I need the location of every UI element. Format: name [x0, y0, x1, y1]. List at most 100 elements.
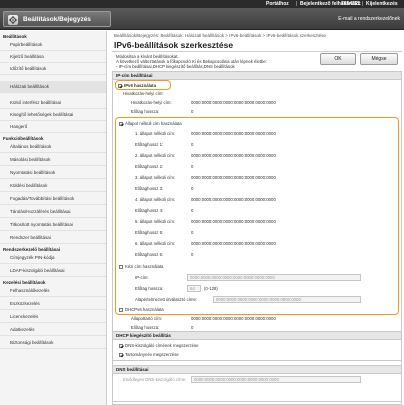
- sidebar-item-send[interactable]: Küldési beállítások: [0, 180, 106, 192]
- sidebar-item-label: Tárolás/Hozzáférés beállításai: [10, 209, 71, 214]
- email-admin-link[interactable]: E-mail a rendszerkezelőnek: [338, 16, 400, 22]
- manual-ip-input[interactable]: 0000:0000:0000:0000:0000:0000:0000:0000: [187, 274, 361, 281]
- stateless-row-label: Előtaghossz 3:: [135, 186, 164, 191]
- restart-notice-items: - IP-cím beállításai,DHCP kiegészítő beá…: [116, 64, 235, 69]
- sidebar-item-label: Biztonsági beállítások: [10, 340, 54, 345]
- panel-title: IP-cím beállításai: [116, 73, 153, 78]
- use-ipv6-label: IPv6 használata: [124, 83, 157, 88]
- dhcp-option-panel: DHCP kiegészítő beállítás DNS-kiszolgáló…: [112, 331, 402, 361]
- breadcrumb: Beállítások/Bejegyzés: Beállítások: Háló…: [114, 33, 326, 38]
- sidebar-item-paper-settings[interactable]: Papírbeállítások: [0, 39, 106, 51]
- stateless-row-label: Előtaghossz 6:: [135, 252, 164, 257]
- sidebar-item-security[interactable]: Biztonsági beállítások: [0, 337, 106, 349]
- stateless-row-value: 0000:0000:0000:0000:0000:0000:0000:0000: [191, 219, 276, 224]
- sidebar-item-external-interface[interactable]: Külső interfész beállításai: [0, 97, 106, 109]
- manual-address-checkbox[interactable]: [119, 265, 123, 269]
- dhcp-prefix-label: Előtag hossza:: [131, 325, 160, 330]
- sidebar-item-label: Másolási beállítások: [10, 157, 51, 162]
- sidebar-item-accessibility[interactable]: Kisegítő lehetőségek beállításai: [0, 109, 106, 121]
- dhcpv6-label: DHCPv6 használata: [125, 307, 164, 312]
- link-local-label: Hivatkozás-helyi cím:: [131, 100, 172, 105]
- sidebar-item-label: Címjegyzék PIN-kódja: [10, 255, 55, 260]
- dns-address-checkbox[interactable]: [119, 344, 123, 348]
- domain-name-label: Tartománynév megszerzése: [125, 352, 179, 357]
- page-title: IPv6-beállítások szerkesztése: [114, 40, 234, 50]
- sidebar-item-volume[interactable]: Hangerő: [0, 121, 106, 133]
- manual-ip-label: IP-cím:: [135, 275, 149, 280]
- primary-dns-input[interactable]: 0000:0000:0000:0000:0000:0000:0000:0000: [191, 376, 361, 383]
- stateless-row-label: 3. állapot nélküli cím:: [135, 175, 176, 180]
- manual-prefix-input[interactable]: 64: [187, 285, 201, 292]
- sidebar-item-device-management[interactable]: Eszközkezelés: [0, 298, 106, 310]
- sidebar-item-label: Licenckezelés: [10, 314, 39, 319]
- sidebar-item-label: Felhasználókezelés: [10, 288, 50, 293]
- stateless-address-checkbox[interactable]: [119, 122, 123, 126]
- portal-link[interactable]: Portálhoz: [266, 1, 289, 7]
- sidebar-item-label: Kijelző beállítása: [10, 54, 44, 59]
- panel-header: IP-cím beállításai: [113, 72, 401, 80]
- top-bar: Portálhoz Bejelentkező felhasználó: 7654…: [0, 0, 404, 8]
- stateless-row-label: Előtaghossz 5:: [135, 230, 164, 235]
- stateless-row-value: 0000:0000:0000:0000:0000:0000:0000:0000: [191, 131, 276, 136]
- sidebar-item-label: Nyomtatási beállítások: [10, 170, 56, 175]
- sidebar-item-display-settings[interactable]: Kijelző beállítása: [0, 51, 106, 63]
- divider: [112, 51, 402, 52]
- sidebar-item-label: Hangerő: [10, 124, 28, 129]
- sidebar-item-receive-forward[interactable]: Fogadás/Továbbítási beállítások: [0, 193, 106, 205]
- settings-registration-tab[interactable]: Beállítások/Bejegyzés: [3, 11, 111, 27]
- sidebar-item-label: Rendszer beállításai: [10, 235, 51, 240]
- link-local-section-label: Hivatkozás-helyi cím:: [123, 91, 164, 96]
- sidebar-item-store-access[interactable]: Tárolás/Hozzáférés beállításai: [0, 206, 106, 218]
- stateless-row-value: 0000:0000:0000:0000:0000:0000:0000:0000: [191, 175, 276, 180]
- sidebar-item-license-management[interactable]: Licenckezelés: [0, 311, 106, 323]
- dhcpv6-checkbox[interactable]: [119, 308, 123, 312]
- sidebar: Beállítások Papírbeállítások Kijelző beá…: [0, 31, 107, 405]
- header-bar: Beállítások/Bejegyzés E-mail a rendszerk…: [0, 8, 404, 30]
- sidebar-item-timer-settings[interactable]: Időzítő beállítások: [0, 63, 106, 75]
- stateless-row-value: 0: [191, 164, 194, 169]
- sidebar-item-data-management[interactable]: Adatkezelés: [0, 324, 106, 336]
- stateless-row-label: Előtaghossz 4:: [135, 208, 164, 213]
- manual-address-label: Kézi cím használata: [125, 264, 164, 269]
- sidebar-item-label: Eszközkezelés: [10, 301, 40, 306]
- manual-prefix-label: Előtag hossza:: [135, 286, 164, 291]
- panel-title: DNS beállításai: [116, 367, 149, 372]
- sidebar-item-encrypted-print[interactable]: Titkosított nyomtatás beállításai: [0, 219, 106, 231]
- sidebar-item-label: Időzítő beállítások: [10, 66, 47, 71]
- manual-gateway-label: Alapértelmezett útválasztó címe:: [135, 297, 198, 302]
- panel-header: DNS beállításai: [113, 366, 401, 374]
- logout-link[interactable]: Kijelentkezés: [366, 1, 398, 7]
- stateless-row-label: 2. állapot nélküli cím:: [135, 153, 176, 158]
- divider: [362, 1, 363, 6]
- user-id: 7654321: [341, 1, 361, 7]
- sidebar-item-address-book-pin[interactable]: Címjegyzék PIN-kódja: [0, 252, 106, 264]
- stateless-row-label: 6. állapot nélküli cím:: [135, 241, 176, 246]
- sidebar-item-user-management[interactable]: Felhasználókezelés: [0, 285, 106, 297]
- sidebar-item-print[interactable]: Nyomtatási beállítások: [0, 167, 106, 179]
- sidebar-item-ldap[interactable]: LDAP-kiszolgáló beállításai: [0, 265, 106, 277]
- panel-header: DHCP kiegészítő beállítás: [113, 332, 401, 340]
- sidebar-item-label: Adatkezelés: [10, 327, 35, 332]
- dhcp-prefix-value: 0: [191, 325, 194, 330]
- stateless-row-label: 5. állapot nélküli cím:: [135, 219, 176, 224]
- dns-settings-panel: DNS beállításai Elsődleges DNS-kiszolgál…: [112, 365, 402, 405]
- stateless-row-value: 0: [191, 208, 194, 213]
- cancel-button[interactable]: Mégse: [360, 53, 398, 65]
- sidebar-item-system[interactable]: Rendszer beállításai: [0, 232, 106, 244]
- stateful-address-label: Állapottartó cím:: [131, 316, 163, 321]
- stateless-row-value: 0000:0000:0000:0000:0000:0000:0000:0000: [191, 241, 276, 246]
- sidebar-item-label: Titkosított nyomtatás beállításai: [10, 222, 73, 227]
- main-content: Beállítások/Bejegyzés: Beállítások: Háló…: [108, 31, 404, 405]
- stateful-address-value: 0000:0000:0000:0000:0000:0000:0000:0000: [191, 316, 276, 321]
- domain-name-checkbox[interactable]: [119, 353, 123, 357]
- use-ipv6-checkbox[interactable]: [118, 84, 122, 88]
- sidebar-item-copy[interactable]: Másolási beállítások: [0, 154, 106, 166]
- sidebar-item-general[interactable]: Általános beállítások: [0, 141, 106, 153]
- stateless-row-value: 0000:0000:0000:0000:0000:0000:0000:0000: [191, 197, 276, 202]
- ok-button[interactable]: OK: [320, 53, 356, 65]
- stateless-row-value: 0: [191, 186, 194, 191]
- sidebar-item-network-settings[interactable]: Hálózati beállítások: [0, 81, 106, 93]
- sidebar-item-label: Fogadás/Továbbítási beállítások: [10, 196, 75, 201]
- manual-gateway-input[interactable]: 0000:0000:0000:0000:0000:0000:0000:0000: [213, 296, 361, 303]
- link-local-value: 0000:0000:0000:0000:0000:0000:0000:0000: [191, 100, 276, 105]
